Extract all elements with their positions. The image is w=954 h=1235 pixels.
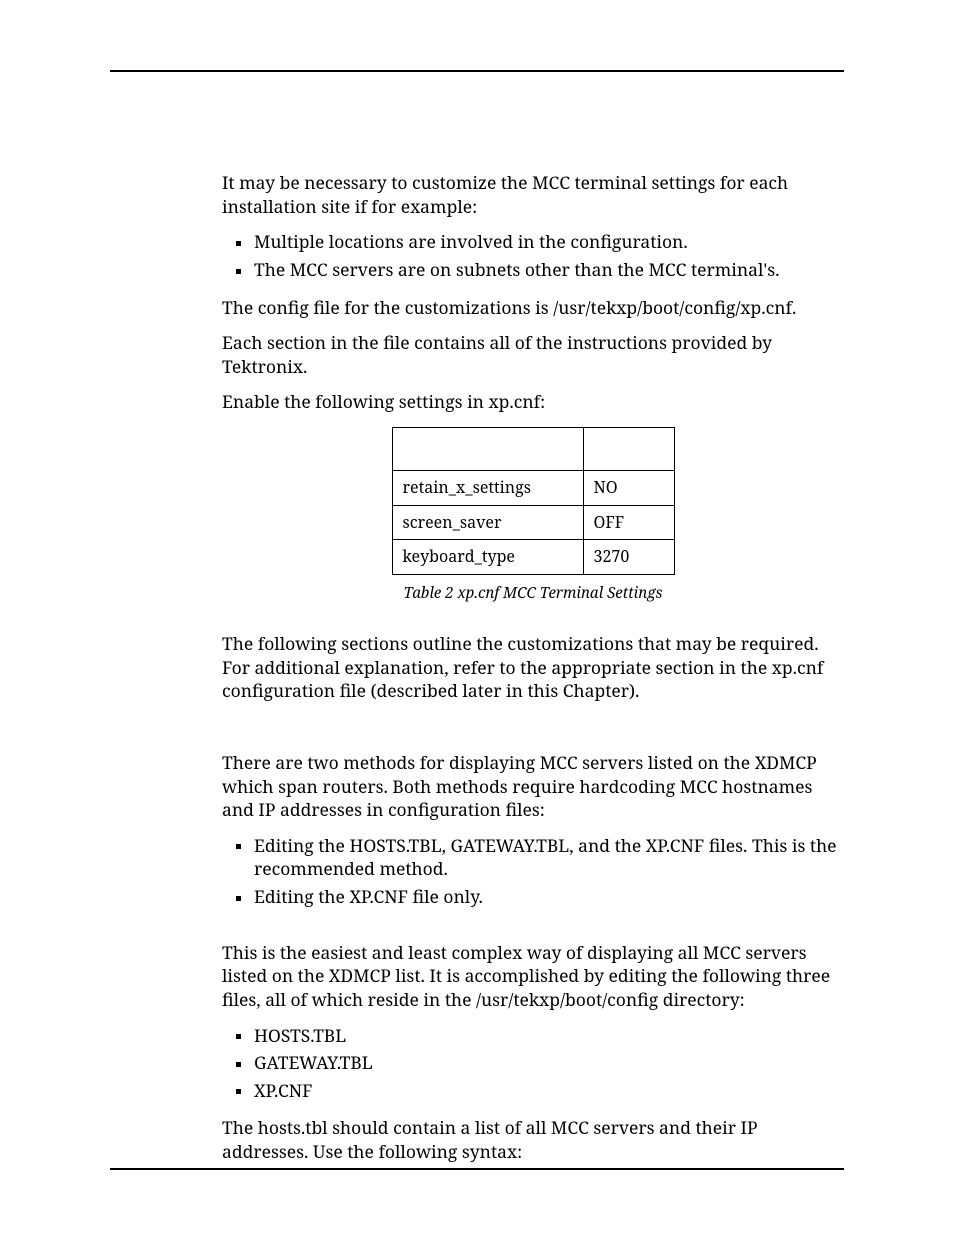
settings-table: retain_x_settings NO screen_saver OFF ke…: [392, 427, 675, 575]
bottom-rule: [110, 1168, 844, 1170]
table-caption: Table 2 xp.cnf MCC Terminal Settings: [222, 583, 844, 603]
intro-paragraph-2: The config file for the customizations i…: [222, 297, 844, 321]
method1-bullet-2: GATEWAY.TBL: [222, 1052, 844, 1076]
content-block: It may be necessary to customize the MCC…: [222, 172, 844, 1165]
method1-bullet-1: HOSTS.TBL: [222, 1025, 844, 1049]
method1-paragraph-1: This is the easiest and least complex wa…: [222, 942, 844, 1013]
table-cell-key: screen_saver: [392, 505, 583, 540]
intro-paragraph-4: Enable the following settings in xp.cnf:: [222, 391, 844, 415]
table-row: retain_x_settings NO: [392, 471, 674, 506]
table-header-2: [583, 428, 674, 471]
method1-bullet-3: XP.CNF: [222, 1080, 844, 1104]
table-cell-val: NO: [583, 471, 674, 506]
table-row: screen_saver OFF: [392, 505, 674, 540]
top-rule: [110, 70, 844, 72]
table-cell-key: keyboard_type: [392, 540, 583, 575]
intro-bullet-1: Multiple locations are involved in the c…: [222, 231, 844, 255]
page: It may be necessary to customize the MCC…: [0, 0, 954, 1235]
intro-paragraph-3: Each section in the file contains all of…: [222, 332, 844, 379]
table-cell-val: OFF: [583, 505, 674, 540]
table-header-row: [392, 428, 674, 471]
methods-paragraph: There are two methods for displaying MCC…: [222, 752, 844, 823]
intro-bullet-2: The MCC servers are on subnets other tha…: [222, 259, 844, 283]
table-cell-val: 3270: [583, 540, 674, 575]
table-row: keyboard_type 3270: [392, 540, 674, 575]
bottom-rule-wrap: [110, 1168, 844, 1170]
after-table-paragraph: The following sections outline the custo…: [222, 633, 844, 704]
method1-paragraph-2: The hosts.tbl should contain a list of a…: [222, 1117, 844, 1164]
section-gap-small: [222, 924, 844, 942]
section-gap: [222, 716, 844, 752]
table-cell-key: retain_x_settings: [392, 471, 583, 506]
intro-paragraph-1: It may be necessary to customize the MCC…: [222, 172, 844, 219]
method1-bullet-list: HOSTS.TBL GATEWAY.TBL XP.CNF: [222, 1025, 844, 1104]
methods-bullet-2: Editing the XP.CNF file only.: [222, 886, 844, 910]
intro-bullet-list: Multiple locations are involved in the c…: [222, 231, 844, 282]
methods-bullet-1: Editing the HOSTS.TBL, GATEWAY.TBL, and …: [222, 835, 844, 882]
methods-bullet-list: Editing the HOSTS.TBL, GATEWAY.TBL, and …: [222, 835, 844, 910]
table-header-1: [392, 428, 583, 471]
